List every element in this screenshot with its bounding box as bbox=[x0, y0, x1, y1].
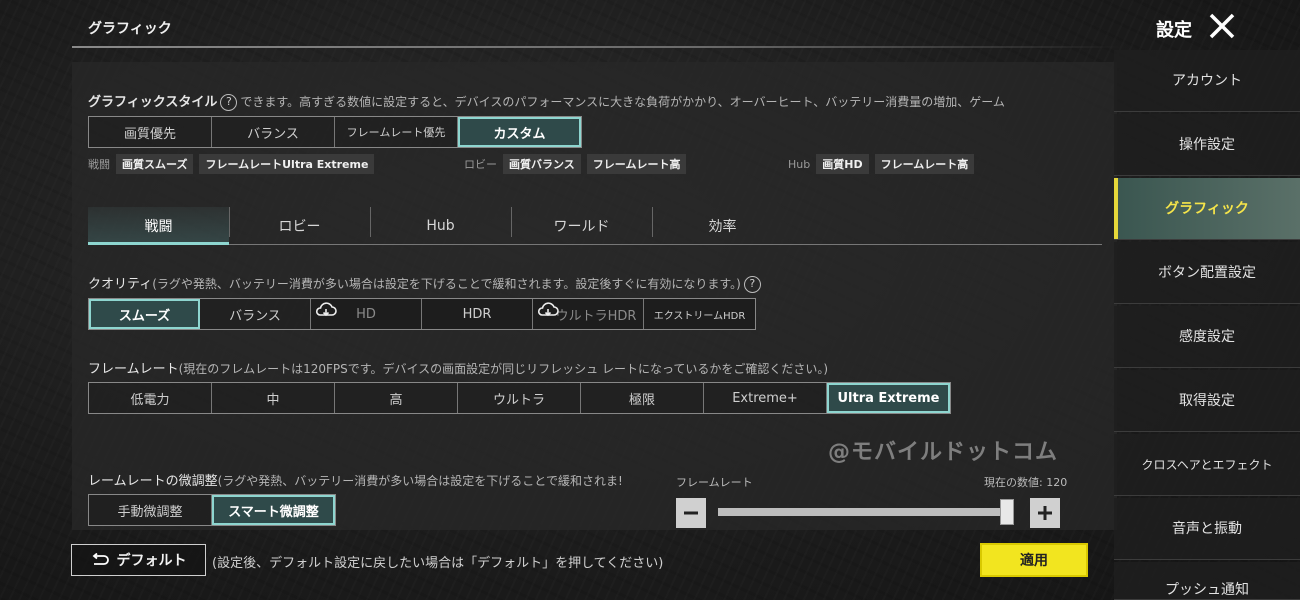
tab-lobby[interactable]: ロビー bbox=[229, 207, 370, 244]
fine-tune-note: (ラグや発熱、バッテリー消費が多い場合は設定を下げることで緩和されま! bbox=[217, 474, 623, 488]
sidebar-item-button-layout[interactable]: ボタン配置設定 bbox=[1114, 242, 1300, 304]
graphics-style-label: グラフィックスタイル bbox=[88, 95, 218, 110]
summary-chip: フレームレート高 bbox=[586, 154, 687, 174]
quality-option[interactable]: エクストリームHDR bbox=[644, 299, 755, 329]
framerate-option[interactable]: 低電力 bbox=[89, 383, 212, 413]
quality-note: (ラグや発熱、バッテリー消費が多い場合は設定を下げることで緩和されます。設定後す… bbox=[152, 277, 741, 291]
plus-icon bbox=[1038, 506, 1052, 520]
framerate-option[interactable]: 極限 bbox=[581, 383, 704, 413]
quality-option-label: HD bbox=[356, 306, 376, 322]
sidebar-item-audio[interactable]: 音声と振動 bbox=[1114, 498, 1300, 560]
sidebar-item-account[interactable]: アカウント bbox=[1114, 50, 1300, 112]
framerate-option[interactable]: ウルトラ bbox=[458, 383, 581, 413]
framerate-option[interactable]: Extreme+ bbox=[704, 383, 827, 413]
framerate-option[interactable]: 中 bbox=[212, 383, 335, 413]
graphics-style-selector: 画質優先 バランス フレームレート優先 カスタム bbox=[88, 116, 582, 148]
page-title: グラフィック bbox=[88, 21, 172, 37]
help-icon[interactable]: ? bbox=[220, 94, 238, 111]
summary-label: Hub bbox=[788, 157, 811, 171]
framerate-slider-track[interactable] bbox=[718, 508, 1014, 516]
fine-tune-option[interactable]: 手動微調整 bbox=[89, 495, 212, 525]
cloud-download-icon bbox=[537, 302, 559, 317]
framerate-note: (現在のフレムレートは120FPSです。デバイスの画面設定が同じリフレッシュ レ… bbox=[178, 362, 829, 376]
footer-note: (設定後、デフォルト設定に戻したい場合は「デフォルト」を押してください) bbox=[212, 556, 664, 571]
sidebar-item-pickup[interactable]: 取得設定 bbox=[1114, 370, 1300, 432]
settings-title: 設定 bbox=[1156, 20, 1192, 41]
summary-battle: 戦闘 画質スムーズ フレームレートUltra Extreme bbox=[88, 154, 375, 174]
default-button[interactable]: デフォルト bbox=[71, 544, 206, 576]
help-icon[interactable]: ? bbox=[743, 276, 761, 293]
increase-button[interactable] bbox=[1030, 498, 1060, 528]
graphics-settings-panel: グラフィックスタイル? できます。高すぎる数値に設定すると、デバイスのパフォーマン… bbox=[72, 62, 1117, 530]
cloud-download-icon bbox=[315, 302, 337, 317]
summary-chip: 画質バランス bbox=[503, 154, 581, 174]
summary-chip: 画質HD bbox=[816, 154, 869, 174]
summary-chip: フレームレートUltra Extreme bbox=[199, 154, 375, 174]
sidebar-item-graphics[interactable]: グラフィック bbox=[1114, 178, 1300, 240]
fine-tune-row: レームレートの微調整(ラグや発熱、バッテリー消費が多い場合は設定を下げることで緩… bbox=[88, 470, 623, 489]
graphics-style-option[interactable]: フレームレート優先 bbox=[335, 117, 458, 147]
undo-icon bbox=[92, 553, 109, 565]
mode-tabs: 戦闘 ロビー Hub ワールド 効率 bbox=[88, 207, 1102, 245]
close-icon bbox=[1209, 13, 1235, 39]
slider-label: フレームレート bbox=[676, 476, 753, 489]
framerate-slider-thumb[interactable] bbox=[1000, 499, 1014, 525]
sidebar-item-controls[interactable]: 操作設定 bbox=[1114, 114, 1300, 176]
graphics-style-option-selected[interactable]: カスタム bbox=[458, 117, 581, 147]
header: グラフィック 設定 bbox=[0, 0, 1300, 50]
sidebar-item-sensitivity[interactable]: 感度設定 bbox=[1114, 306, 1300, 368]
quality-option[interactable]: バランス bbox=[200, 299, 311, 329]
quality-option-selected[interactable]: スムーズ bbox=[89, 299, 200, 329]
graphics-style-option[interactable]: バランス bbox=[212, 117, 335, 147]
graphics-style-option[interactable]: 画質優先 bbox=[89, 117, 212, 147]
summary-label: ロビー bbox=[464, 158, 497, 171]
quality-option[interactable]: HD bbox=[311, 299, 422, 329]
summary-label: 戦闘 bbox=[88, 158, 110, 171]
default-button-label: デフォルト bbox=[116, 553, 187, 569]
fine-tune-selector: 手動微調整 スマート微調整 bbox=[88, 494, 336, 526]
graphics-style-row: グラフィックスタイル? できます。高すぎる数値に設定すると、デバイスのパフォーマン… bbox=[88, 91, 1005, 111]
graphics-style-description: できます。高すぎる数値に設定すると、デバイスのパフォーマンスに大きな負荷がかかり… bbox=[240, 95, 1005, 109]
quality-selector: スムーズ バランス HD HDR ウルトラHDR エクストリームHDR bbox=[88, 298, 756, 330]
sidebar-item-push[interactable]: プッシュ通知 bbox=[1114, 562, 1300, 600]
fine-tune-option-selected[interactable]: スマート微調整 bbox=[212, 495, 335, 525]
header-divider bbox=[72, 46, 1122, 48]
summary-chip: 画質スムーズ bbox=[116, 154, 194, 174]
framerate-row: フレームレート(現在のフレムレートは120FPSです。デバイスの画面設定が同じリ… bbox=[88, 358, 828, 377]
summary-hub: Hub 画質HD フレームレート高 bbox=[788, 154, 975, 174]
fine-tune-label: レームレートの微調整 bbox=[88, 474, 218, 489]
decrease-button[interactable] bbox=[676, 498, 706, 528]
apply-button[interactable]: 適用 bbox=[980, 543, 1088, 577]
sidebar-item-crosshair[interactable]: クロスヘアとエフェクト bbox=[1114, 434, 1300, 496]
quality-row: クオリティ(ラグや発熱、バッテリー消費が多い場合は設定を下げることで緩和されます… bbox=[88, 273, 764, 293]
framerate-selector: 低電力 中 高 ウルトラ 極限 Extreme+ Ultra Extreme bbox=[88, 382, 951, 414]
minus-icon bbox=[684, 511, 698, 515]
summary-lobby: ロビー 画質バランス フレームレート高 bbox=[464, 154, 687, 174]
watermark: @モバイルドットコム bbox=[828, 440, 1059, 465]
framerate-option[interactable]: 高 bbox=[335, 383, 458, 413]
framerate-option-selected[interactable]: Ultra Extreme bbox=[827, 383, 950, 413]
tab-hub[interactable]: Hub bbox=[370, 207, 511, 244]
quality-label: クオリティ bbox=[88, 277, 153, 292]
tab-battle[interactable]: 戦闘 bbox=[88, 207, 229, 245]
quality-option[interactable]: HDR bbox=[422, 299, 533, 329]
settings-sidebar: アカウント 操作設定 グラフィック ボタン配置設定 感度設定 取得設定 クロスヘ… bbox=[1114, 50, 1300, 600]
close-button[interactable] bbox=[1206, 10, 1238, 42]
tab-world[interactable]: ワールド bbox=[511, 207, 652, 244]
quality-option[interactable]: ウルトラHDR bbox=[533, 299, 644, 329]
framerate-label: フレームレート bbox=[88, 362, 179, 377]
slider-current-value: 現在の数値: 120 bbox=[984, 476, 1068, 489]
tab-efficiency[interactable]: 効率 bbox=[652, 207, 793, 244]
summary-chip: フレームレート高 bbox=[874, 154, 975, 174]
